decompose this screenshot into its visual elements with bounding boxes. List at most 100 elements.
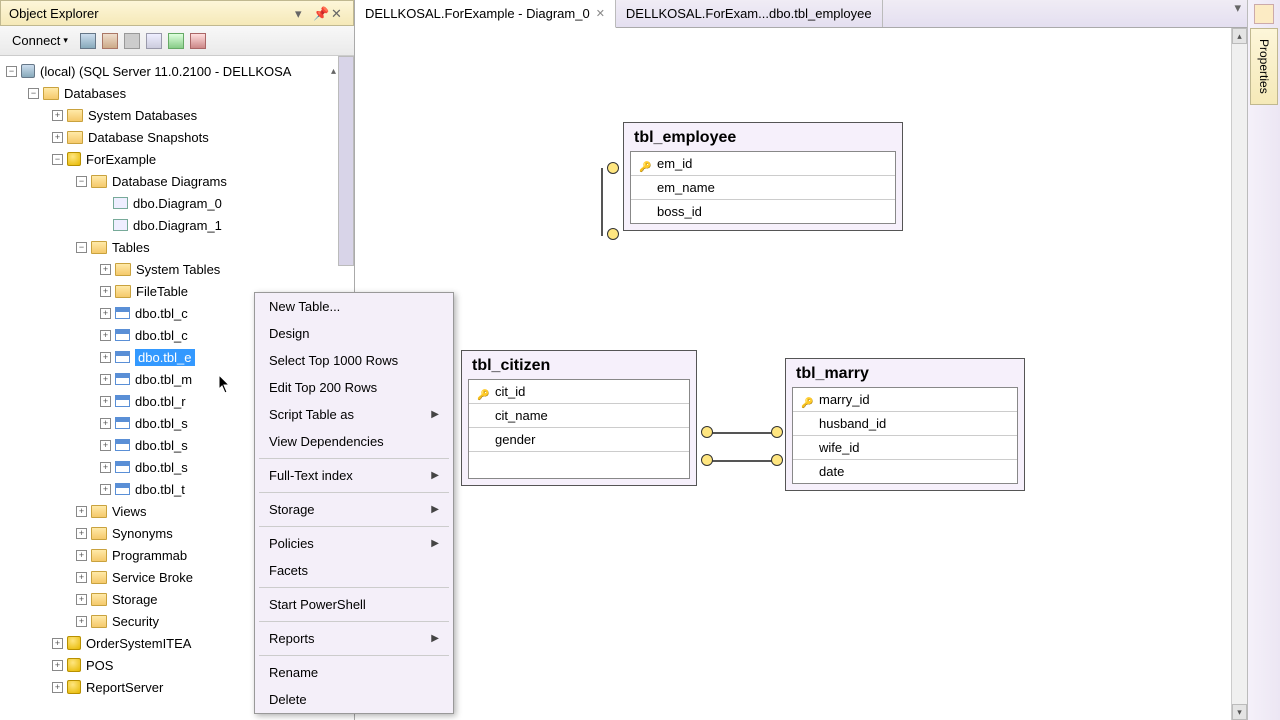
stop-icon[interactable] [124, 33, 140, 49]
vertical-scrollbar[interactable]: ▴ ▾ [1231, 28, 1247, 720]
menu-fulltext-index[interactable]: Full-Text index▶ [255, 462, 453, 489]
expand-icon[interactable]: + [76, 616, 87, 627]
snapshots-node[interactable]: +Database Snapshots [0, 126, 354, 148]
expand-icon[interactable]: + [52, 638, 63, 649]
expand-icon[interactable]: + [100, 462, 111, 473]
expand-icon[interactable]: + [100, 330, 111, 341]
disconnect-icon[interactable] [102, 33, 118, 49]
primary-key-icon [801, 394, 813, 406]
diagram-table-marry[interactable]: tbl_marry marry_id husband_id wife_id da… [785, 358, 1025, 491]
menu-facets[interactable]: Facets [255, 557, 453, 584]
pin-icon[interactable]: 📌 [313, 6, 327, 20]
filter-icon[interactable] [146, 33, 162, 49]
expand-icon[interactable]: + [76, 594, 87, 605]
expand-icon[interactable]: + [76, 550, 87, 561]
submenu-arrow-icon: ▶ [431, 538, 439, 549]
table-column[interactable] [469, 452, 689, 478]
expand-icon[interactable]: + [100, 352, 111, 363]
diagram-table-citizen[interactable]: tbl_citizen cit_id cit_name gender [461, 350, 697, 486]
menu-reports[interactable]: Reports▶ [255, 625, 453, 652]
menu-policies[interactable]: Policies▶ [255, 530, 453, 557]
expand-icon[interactable]: − [28, 88, 39, 99]
table-column[interactable]: cit_id [469, 380, 689, 404]
menu-storage[interactable]: Storage▶ [255, 496, 453, 523]
table-column[interactable]: em_name [631, 176, 895, 200]
table-column[interactable]: gender [469, 428, 689, 452]
system-databases-node[interactable]: +System Databases [0, 104, 354, 126]
expand-icon[interactable]: + [100, 484, 111, 495]
expand-icon[interactable]: + [100, 308, 111, 319]
tabs-dropdown-icon[interactable]: ▾ [1228, 0, 1247, 27]
server-node[interactable]: −(local) (SQL Server 11.0.2100 - DELLKOS… [0, 60, 354, 82]
folder-icon [91, 593, 107, 606]
tree-scrollbar[interactable] [338, 56, 354, 266]
menu-new-table[interactable]: New Table... [255, 293, 453, 320]
tab-close-icon[interactable]: ✕ [596, 7, 605, 20]
menu-rename[interactable]: Rename [255, 659, 453, 686]
menu-design[interactable]: Design [255, 320, 453, 347]
expand-icon[interactable]: − [52, 154, 63, 165]
primary-key-icon [639, 158, 651, 170]
menu-edit-top-200[interactable]: Edit Top 200 Rows [255, 374, 453, 401]
expand-icon[interactable]: + [100, 396, 111, 407]
scroll-down-icon[interactable]: ▾ [1232, 704, 1247, 720]
expand-icon[interactable]: + [76, 528, 87, 539]
table-column[interactable]: date [793, 460, 1017, 483]
relationship-line [601, 168, 603, 236]
diagram-table-employee[interactable]: tbl_employee em_id em_name boss_id [623, 122, 903, 231]
expand-icon[interactable]: + [100, 374, 111, 385]
database-node[interactable]: −ForExample [0, 148, 354, 170]
table-column[interactable]: wife_id [793, 436, 1017, 460]
expand-icon[interactable]: + [52, 682, 63, 693]
table-column[interactable]: boss_id [631, 200, 895, 223]
expand-icon[interactable]: − [76, 242, 87, 253]
expand-icon[interactable]: + [52, 132, 63, 143]
table-column[interactable]: marry_id [793, 388, 1017, 412]
menu-delete[interactable]: Delete [255, 686, 453, 713]
expand-icon[interactable]: + [100, 440, 111, 451]
dropdown-icon[interactable]: ▾ [295, 6, 309, 20]
refresh-icon[interactable] [168, 33, 184, 49]
system-tables-node[interactable]: +System Tables [0, 258, 354, 280]
expand-icon[interactable]: + [76, 572, 87, 583]
menu-view-dependencies[interactable]: View Dependencies [255, 428, 453, 455]
expand-icon[interactable]: − [6, 66, 17, 77]
table-column[interactable]: husband_id [793, 412, 1017, 436]
folder-icon [115, 263, 131, 276]
diagram-canvas[interactable]: tbl_employee em_id em_name boss_id tbl_c… [355, 28, 1231, 720]
menu-start-powershell[interactable]: Start PowerShell [255, 591, 453, 618]
menu-script-table[interactable]: Script Table as▶ [255, 401, 453, 428]
scroll-up-icon[interactable]: ▴ [1232, 28, 1247, 44]
diagram-item[interactable]: dbo.Diagram_0 [0, 192, 354, 214]
expand-icon[interactable]: + [76, 506, 87, 517]
delete-icon[interactable] [190, 33, 206, 49]
folder-icon [67, 131, 83, 144]
properties-icon[interactable] [1254, 4, 1274, 24]
folder-icon [115, 285, 131, 298]
expand-icon[interactable]: + [52, 110, 63, 121]
expand-icon[interactable]: + [52, 660, 63, 671]
expand-icon[interactable]: + [100, 264, 111, 275]
connect-button[interactable]: Connect▾ [6, 31, 74, 50]
relationship-endpoint [701, 454, 713, 466]
expand-icon[interactable]: + [100, 286, 111, 297]
scroll-up-icon[interactable]: ▴ [331, 66, 336, 77]
relationship-line [705, 460, 779, 462]
server-icon [21, 64, 35, 78]
new-query-icon[interactable] [80, 33, 96, 49]
panel-title: Object Explorer [9, 6, 291, 21]
table-column[interactable]: cit_name [469, 404, 689, 428]
tab-table[interactable]: DELLKOSAL.ForExam...dbo.tbl_employee [616, 0, 883, 27]
relationship-endpoint [701, 426, 713, 438]
properties-tab[interactable]: Properties [1250, 28, 1278, 105]
close-icon[interactable]: ✕ [331, 6, 345, 20]
diagram-item[interactable]: dbo.Diagram_1 [0, 214, 354, 236]
databases-node[interactable]: −Databases [0, 82, 354, 104]
table-column[interactable]: em_id [631, 152, 895, 176]
expand-icon[interactable]: − [76, 176, 87, 187]
tab-diagram[interactable]: DELLKOSAL.ForExample - Diagram_0✕ [355, 0, 616, 28]
tables-node[interactable]: −Tables [0, 236, 354, 258]
menu-select-top-1000[interactable]: Select Top 1000 Rows [255, 347, 453, 374]
diagrams-node[interactable]: −Database Diagrams [0, 170, 354, 192]
expand-icon[interactable]: + [100, 418, 111, 429]
